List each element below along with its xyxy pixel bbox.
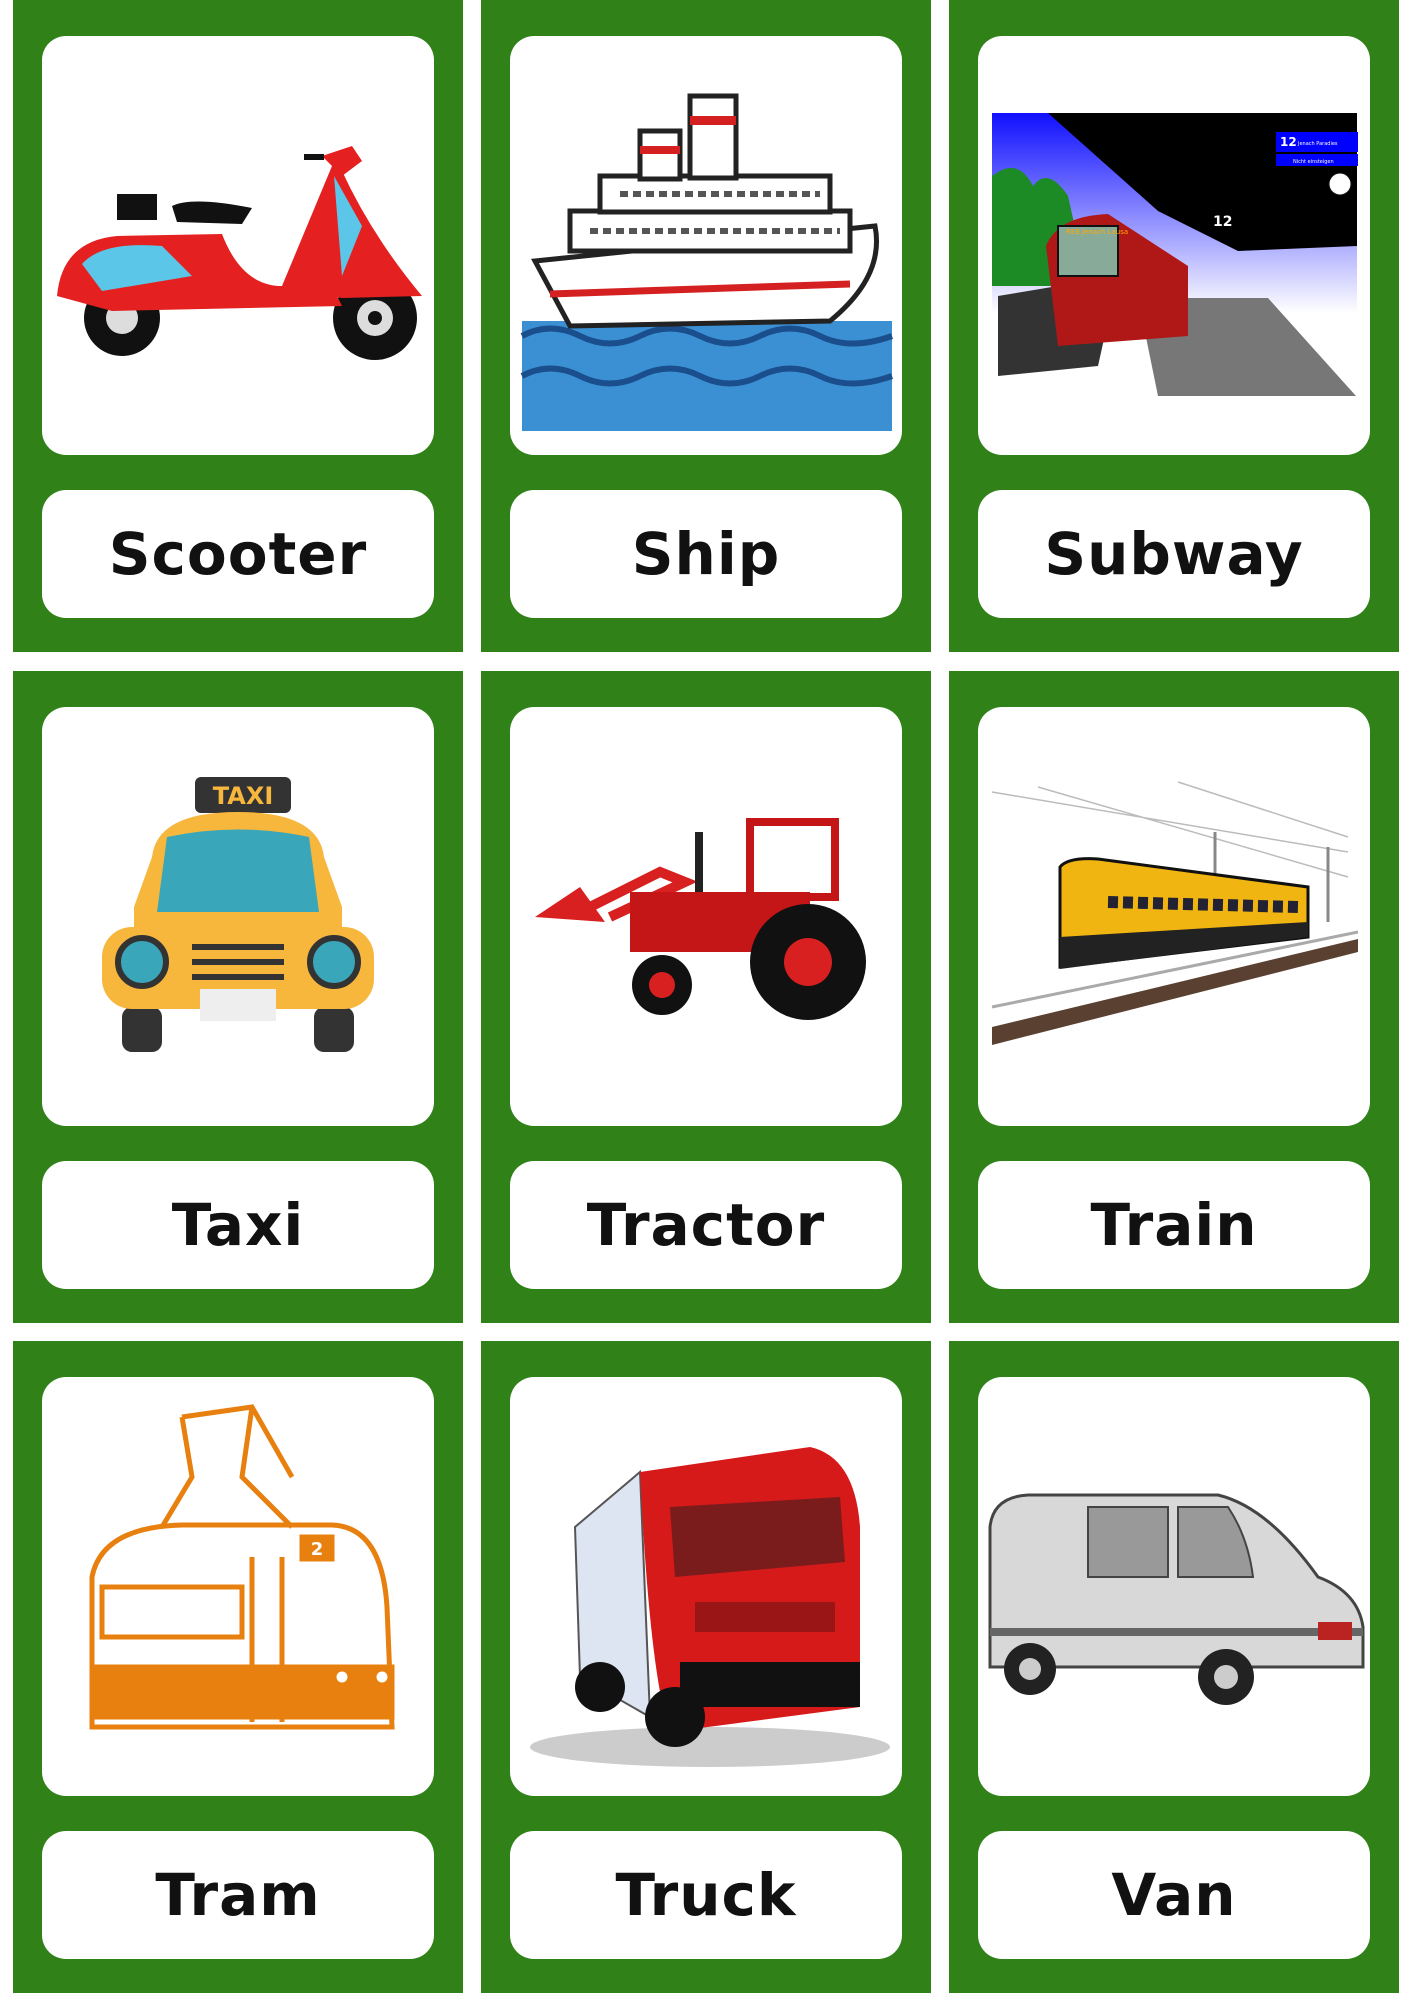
card-label: Subway — [978, 490, 1370, 618]
tractor-icon — [510, 707, 902, 1126]
tram-number: 2 — [311, 1539, 324, 1560]
card-label: Taxi — [42, 1161, 434, 1289]
flashcard-taxi: TAXI Taxi — [13, 671, 463, 1323]
flashcard-van: Van — [949, 1341, 1399, 1993]
card-label: Tram — [42, 1831, 434, 1959]
ship-icon — [510, 36, 902, 455]
van-icon — [978, 1377, 1370, 1796]
sign-platform: 12 — [1280, 135, 1297, 149]
train-icon — [978, 707, 1370, 1126]
card-label: Truck — [510, 1831, 902, 1959]
card-label: Scooter — [42, 490, 434, 618]
flashcard-ship: Ship — [481, 0, 931, 652]
scooter-icon — [42, 36, 434, 455]
card-label: Van — [978, 1831, 1370, 1959]
taxi-icon: TAXI — [42, 707, 434, 1126]
taxi-sign: TAXI — [213, 782, 274, 810]
platform-number: 12 — [1213, 214, 1232, 230]
truck-icon — [510, 1377, 902, 1796]
train-display: RE8 Jenach Lausa — [1066, 228, 1128, 236]
flashcard-scooter: Scooter — [13, 0, 463, 652]
flashcard-subway: RE8 Jenach Lausa 12 12 Jenach Paradies N… — [949, 0, 1399, 652]
flashcard-truck: Truck — [481, 1341, 931, 1993]
subway-icon: RE8 Jenach Lausa 12 12 Jenach Paradies N… — [978, 36, 1370, 455]
flashcard-tram: 2 Tram — [13, 1341, 463, 1993]
flashcard-tractor: Tractor — [481, 671, 931, 1323]
card-label: Ship — [510, 490, 902, 618]
sign-notice: Nicht einsteigen — [1293, 159, 1334, 165]
card-label: Tractor — [510, 1161, 902, 1289]
card-label: Train — [978, 1161, 1370, 1289]
flashcard-train: Train — [949, 671, 1399, 1323]
sign-destination: Jenach Paradies — [1297, 141, 1338, 147]
tram-icon: 2 — [42, 1377, 434, 1796]
